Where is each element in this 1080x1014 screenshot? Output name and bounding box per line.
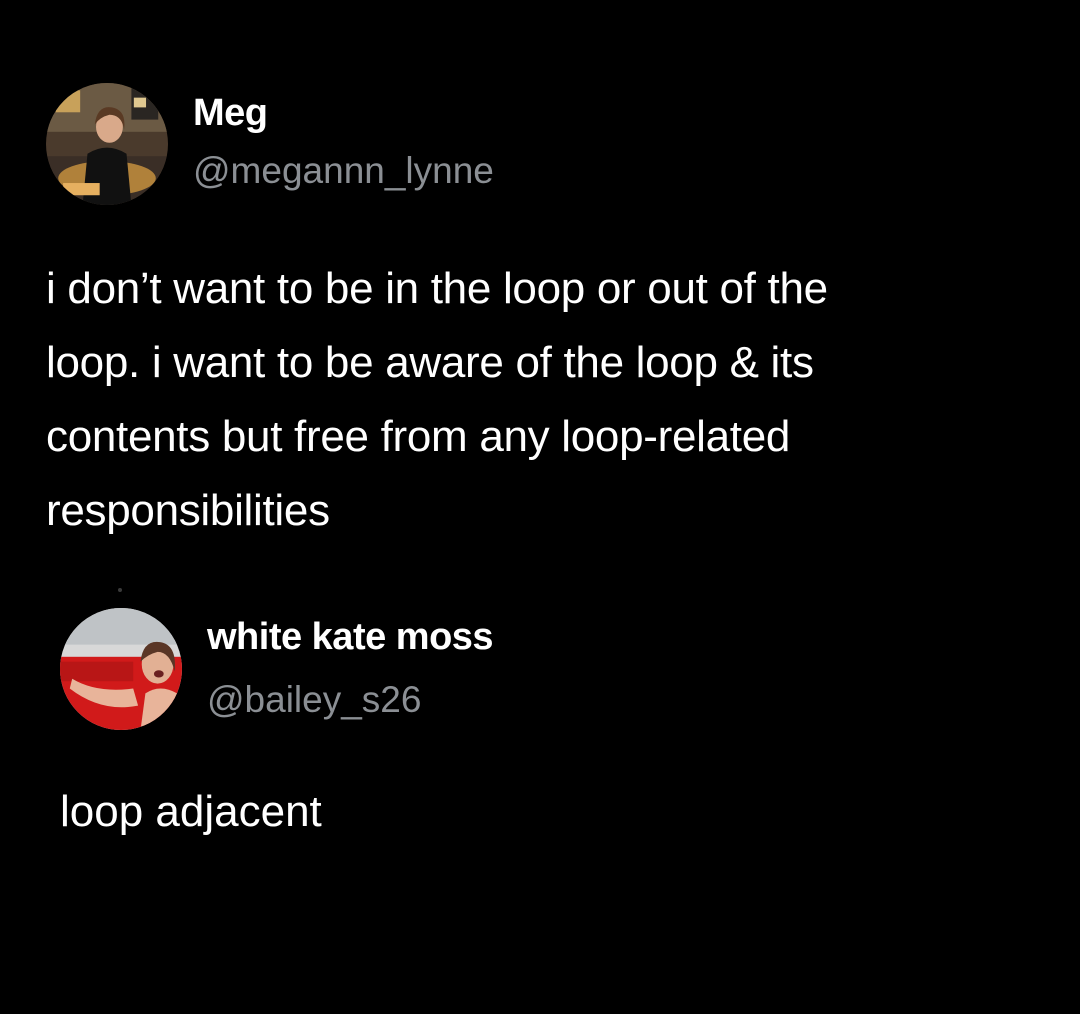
display-name[interactable]: white kate moss [207, 616, 494, 659]
post: Meg @megannn_lynne i don’t want to be in… [0, 0, 1080, 560]
avatar[interactable] [60, 608, 182, 730]
user-handle[interactable]: @megannn_lynne [193, 150, 494, 192]
post: white kate moss @bailey_s26 loop adjacen… [0, 560, 1080, 1014]
avatar[interactable] [46, 83, 168, 205]
user-handle[interactable]: @bailey_s26 [207, 679, 421, 721]
display-name[interactable]: Meg [193, 92, 268, 135]
post-text: i don’t want to be in the loop or out of… [46, 264, 828, 535]
post-text: loop adjacent [60, 787, 322, 836]
profile-photo-icon [46, 83, 168, 205]
profile-photo-icon [60, 608, 182, 730]
